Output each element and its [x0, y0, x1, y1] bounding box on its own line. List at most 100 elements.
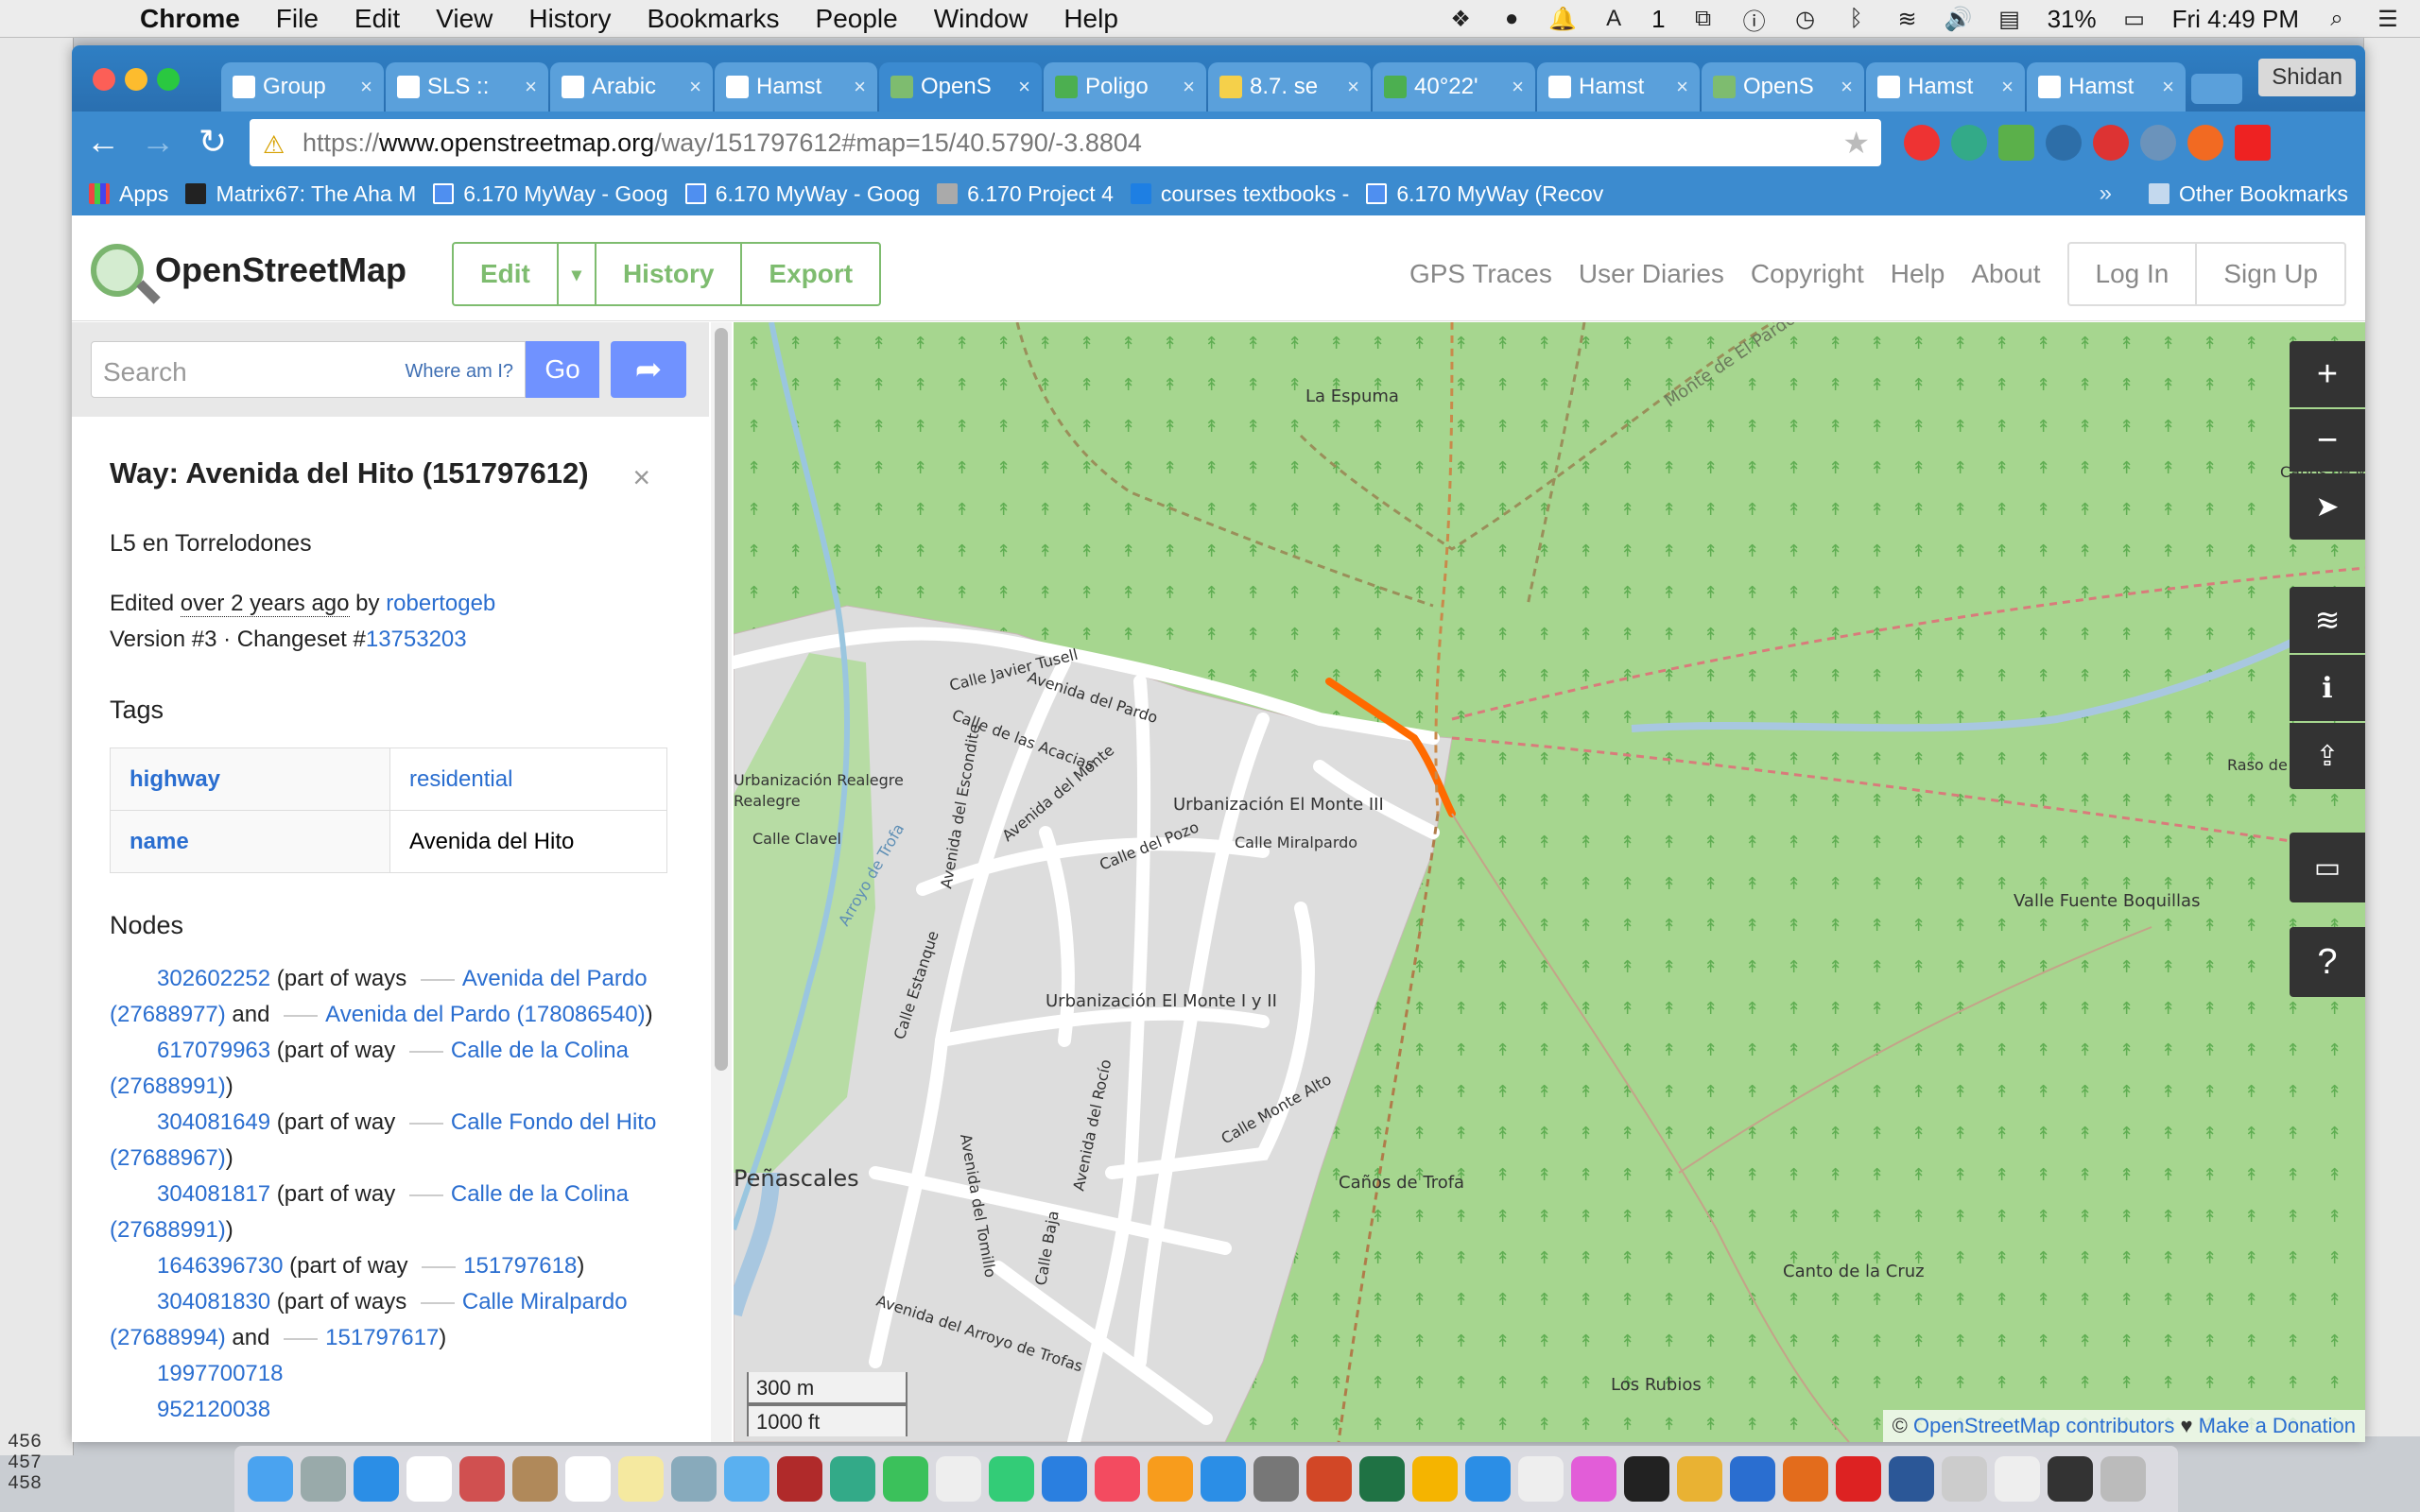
pinterest-extension-icon[interactable]: [2187, 125, 2223, 161]
layers-icon[interactable]: ≋: [2290, 587, 2365, 653]
download-extension-icon[interactable]: [2046, 125, 2082, 161]
acrobat-icon[interactable]: [1836, 1456, 1881, 1502]
menu-help[interactable]: Help: [1063, 4, 1118, 34]
spotlight-search-icon[interactable]: ⌕: [2324, 6, 2350, 32]
finder-icon[interactable]: [248, 1456, 293, 1502]
dropbox-icon[interactable]: ❖: [1447, 6, 1474, 32]
directions-icon[interactable]: ➦: [611, 341, 686, 398]
nav-gps-traces[interactable]: GPS Traces: [1409, 259, 1552, 289]
way-link[interactable]: 151797618: [463, 1253, 577, 1279]
browser-tab[interactable]: SLS :: ×: [386, 62, 548, 112]
bookmark-item[interactable]: 6.170 Project 4: [937, 181, 1114, 207]
browser-tab[interactable]: Hamst ×: [715, 62, 877, 112]
close-tab-icon[interactable]: ×: [360, 75, 372, 99]
browser-tab[interactable]: OpenS ×: [1702, 62, 1864, 112]
menu-bookmarks[interactable]: Bookmarks: [647, 4, 779, 34]
zoom-window-button[interactable]: [157, 68, 180, 91]
close-tab-icon[interactable]: ×: [2162, 75, 2174, 99]
close-tab-icon[interactable]: ×: [1183, 75, 1195, 99]
node-link[interactable]: 952120038: [157, 1397, 270, 1422]
onenote-icon[interactable]: [1412, 1456, 1458, 1502]
volume-icon[interactable]: 🔊: [1945, 6, 1973, 32]
signup-button[interactable]: Sign Up: [2197, 244, 2344, 304]
bookmark-item[interactable]: courses textbooks -: [1130, 181, 1349, 207]
address-bar[interactable]: ⚠ https://www.openstreetmap.org/way/1517…: [250, 119, 1881, 166]
contacts-icon[interactable]: [512, 1456, 558, 1502]
forward-arrow-icon[interactable]: →: [134, 118, 182, 165]
query-features-icon[interactable]: ?: [2290, 927, 2365, 997]
notification-center-icon[interactable]: ☰: [2375, 6, 2401, 32]
edit-button[interactable]: Edit: [454, 244, 559, 304]
other-bookmarks[interactable]: Other Bookmarks: [2149, 181, 2348, 207]
nav-copyright[interactable]: Copyright: [1751, 259, 1864, 289]
close-tab-icon[interactable]: ×: [1512, 75, 1524, 99]
powerpoint-icon[interactable]: [1306, 1456, 1352, 1502]
history-button[interactable]: History: [596, 244, 743, 304]
node-link[interactable]: 1997700718: [157, 1361, 283, 1386]
node-link[interactable]: 304081830: [157, 1289, 270, 1314]
menu-people[interactable]: People: [816, 4, 898, 34]
menu-app-name[interactable]: Chrome: [140, 4, 240, 34]
notification-bell-icon[interactable]: 🔔: [1548, 6, 1577, 32]
system-preferences-icon[interactable]: [1253, 1456, 1299, 1502]
close-tab-icon[interactable]: ×: [525, 75, 537, 99]
itunes-icon[interactable]: [1095, 1456, 1140, 1502]
minimize-window-button[interactable]: [125, 68, 147, 91]
menu-file[interactable]: File: [276, 4, 319, 34]
browser-tab[interactable]: 8.7. se ×: [1208, 62, 1371, 112]
evernote-extension-icon[interactable]: [1998, 125, 2034, 161]
close-window-button[interactable]: [93, 68, 115, 91]
bookmark-item[interactable]: Matrix67: The Aha M: [185, 181, 416, 207]
menu-window[interactable]: Window: [934, 4, 1028, 34]
sublime-icon[interactable]: [1783, 1456, 1828, 1502]
back-arrow-icon[interactable]: ←: [79, 118, 127, 165]
tag-key-link[interactable]: highway: [110, 747, 390, 811]
bookmark-item[interactable]: 6.170 MyWay - Goog: [684, 181, 920, 207]
tag-value-link[interactable]: residential: [389, 747, 667, 811]
search-input[interactable]: Search Where am I?: [91, 341, 526, 398]
map-canvas[interactable]: ↟: [734, 322, 2365, 1442]
export-button[interactable]: Export: [742, 244, 879, 304]
word-icon[interactable]: [1889, 1456, 1934, 1502]
facetime-icon[interactable]: [830, 1456, 875, 1502]
chat-bubble-icon[interactable]: ●: [1498, 6, 1525, 32]
way-link[interactable]: 151797617: [325, 1325, 439, 1350]
bookmark-star-icon[interactable]: ★: [1842, 125, 1870, 161]
close-panel-icon[interactable]: ×: [632, 460, 650, 495]
info-extension-icon[interactable]: [2140, 125, 2176, 161]
photo-booth-icon[interactable]: [777, 1456, 822, 1502]
notes-icon[interactable]: [618, 1456, 664, 1502]
bookmark-item[interactable]: 6.170 MyWay (Recov: [1366, 181, 1603, 207]
node-link[interactable]: 304081817: [157, 1181, 270, 1207]
document-icon[interactable]: [1995, 1456, 2040, 1502]
phone-icon[interactable]: [883, 1456, 928, 1502]
messages-icon[interactable]: [724, 1456, 769, 1502]
osm-contributors-link[interactable]: OpenStreetMap contributors: [1913, 1414, 2174, 1437]
info-circle-icon[interactable]: ⓘ: [1741, 6, 1768, 35]
calendar-icon[interactable]: [565, 1456, 611, 1502]
flower-app-icon[interactable]: [1571, 1456, 1616, 1502]
scrollbar-thumb[interactable]: [715, 328, 728, 1071]
screen-icon[interactable]: [2048, 1456, 2093, 1502]
disk-utility-icon[interactable]: [1942, 1456, 1987, 1502]
node-link[interactable]: 617079963: [157, 1038, 270, 1063]
texteditor-icon[interactable]: [1518, 1456, 1564, 1502]
zoom-out-icon[interactable]: −: [2290, 409, 2365, 472]
nav-about[interactable]: About: [1971, 259, 2040, 289]
login-button[interactable]: Log In: [2069, 244, 2198, 304]
numbers-icon[interactable]: [989, 1456, 1034, 1502]
browser-tab-active[interactable]: OpenS ×: [879, 62, 1042, 112]
chrome-menu-icon[interactable]: [2235, 125, 2271, 161]
browser-tab[interactable]: Hamst ×: [2027, 62, 2186, 112]
wifi-icon[interactable]: ≋: [1894, 6, 1921, 32]
chrome-dock-icon[interactable]: [1677, 1456, 1722, 1502]
bookmark-apps[interactable]: Apps: [89, 181, 168, 207]
tag-key-link[interactable]: name: [110, 810, 390, 873]
reload-icon[interactable]: ↻: [189, 118, 236, 165]
browser-tab[interactable]: Group ×: [221, 62, 384, 112]
menu-view[interactable]: View: [436, 4, 493, 34]
locate-me-icon[interactable]: ➤: [2290, 473, 2365, 540]
trash-icon[interactable]: [2100, 1456, 2146, 1502]
close-tab-icon[interactable]: ×: [1676, 75, 1688, 99]
mail-icon[interactable]: [459, 1456, 505, 1502]
